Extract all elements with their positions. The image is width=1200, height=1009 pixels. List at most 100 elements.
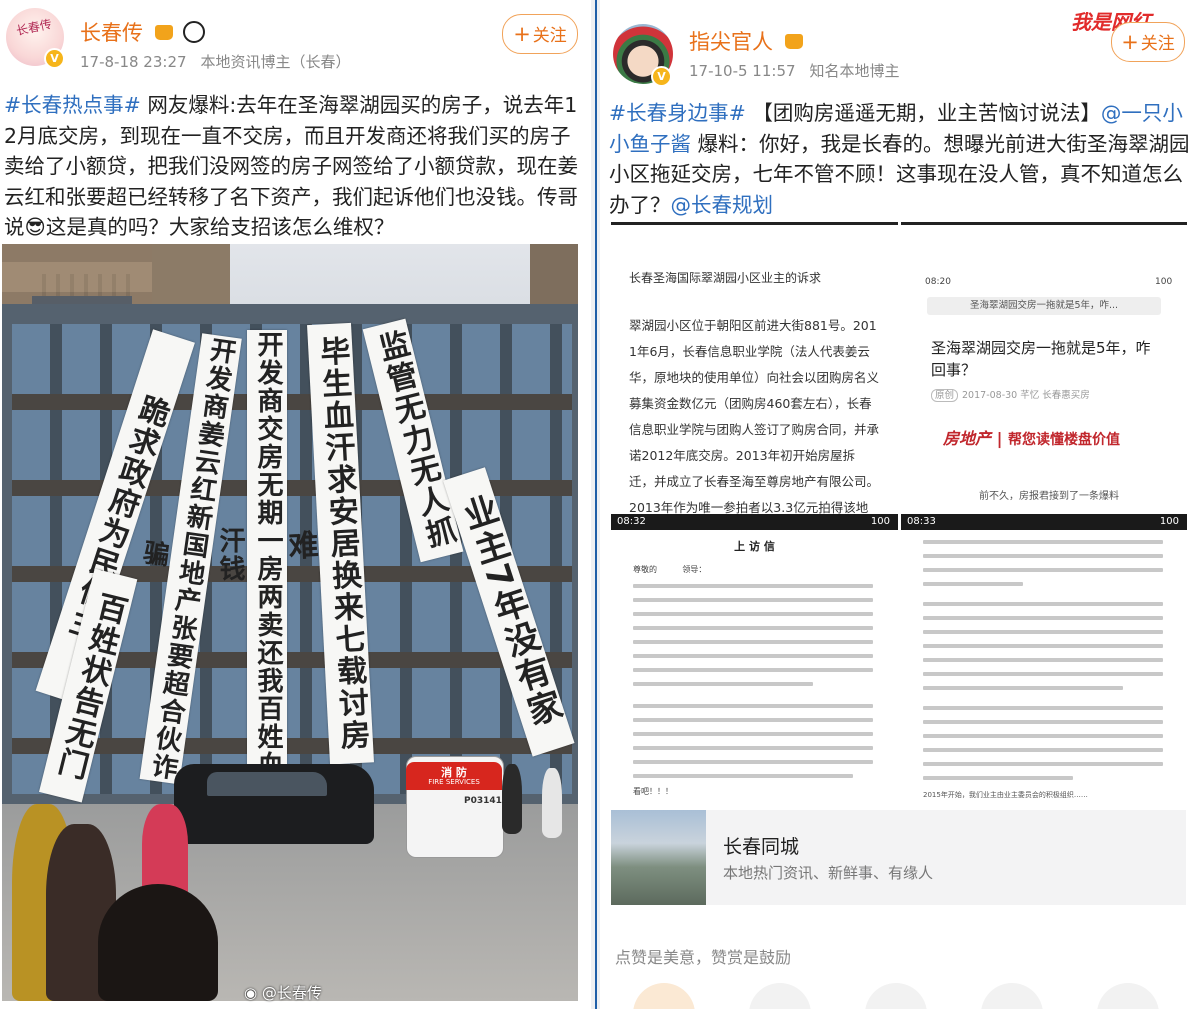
doc-line xyxy=(923,616,1163,620)
comment-circle-button[interactable] xyxy=(981,983,1043,1009)
weibo-watermark: ◉ @长春传 xyxy=(244,982,322,1003)
doc-line xyxy=(923,658,1163,662)
image-shot-3[interactable]: 08:32 100 上 访 信 尊敬的 领导： 看吧！！！ xyxy=(611,514,898,804)
doc-line xyxy=(923,568,1163,572)
doc-line xyxy=(923,686,1123,690)
panel-divider xyxy=(591,0,600,1009)
shot3-greeting: 尊敬的 领导： xyxy=(633,565,707,574)
doc-line xyxy=(633,640,873,644)
doc-line xyxy=(633,718,873,722)
author-desc: 本地资讯博主（长春） xyxy=(200,53,351,71)
post-text: #长春热点事# 网友爆料:去年在圣海翠湖园买的房子，说去年12月底交房，到现在一… xyxy=(4,90,584,243)
username-link[interactable]: 指尖官人 xyxy=(689,26,803,56)
fire-truck-sublabel: FIRE SERVICES xyxy=(428,778,480,786)
shot1-body: 翠湖园小区位于朝阳区前进大街881号。2011年6月，长春信息职业学院（法人代表… xyxy=(629,318,880,515)
doc-line xyxy=(633,626,873,630)
follow-button[interactable]: + 关注 xyxy=(1111,22,1185,62)
follow-button[interactable]: + 关注 xyxy=(502,14,578,54)
doc-line xyxy=(923,762,1163,766)
doc-line xyxy=(923,720,1163,724)
shot3-statusbar: 08:32 100 xyxy=(611,514,898,530)
shot3-title: 上 访 信 xyxy=(734,540,775,553)
shot2-status: 08:20 100 xyxy=(925,277,1172,287)
reward-text: 点赞是美意，赞赏是鼓励 xyxy=(615,948,792,967)
topic-link[interactable]: #长春热点事# xyxy=(4,93,141,117)
username-text: 指尖官人 xyxy=(689,30,773,54)
panda-icon xyxy=(183,21,206,43)
card-title: 长春同城 xyxy=(723,836,800,858)
shot2-meta-text: 2017-08-30 芊忆 长春惠买房 xyxy=(962,390,1090,401)
shot3-ending: 看吧！！！ xyxy=(633,787,673,796)
group-card[interactable]: 长春同城 本地热门资讯、新鲜事、有缘人 xyxy=(611,810,1186,905)
shot2-time: 08:20 xyxy=(925,277,951,287)
weibo-logo-icon: ◉ xyxy=(244,984,258,1002)
post-body-1: 【团购房遥遥无期，业主苦恼讨说法】 xyxy=(745,101,1101,125)
doc-line xyxy=(633,612,873,616)
doc-line xyxy=(633,760,873,764)
shot2-meta: 原创 2017-08-30 芊忆 长春惠买房 xyxy=(931,387,1090,402)
shot2-urlbar: 圣海翠湖园交房一拖就是5年，咋... xyxy=(927,297,1161,315)
doc-line xyxy=(633,584,873,588)
shot1-title: 长春圣海国际翠湖园小区业主的诉求 xyxy=(629,271,822,285)
crown-icon xyxy=(784,33,803,49)
post-time: 17-10-5 11:57 xyxy=(689,62,796,80)
more-circle-button[interactable] xyxy=(1097,983,1159,1009)
crown-icon xyxy=(154,24,173,40)
follow-label: 关注 xyxy=(532,26,567,46)
verified-badge-icon: V xyxy=(44,48,65,69)
mention-link-2[interactable]: @长春规划 xyxy=(671,193,774,217)
reward-circle-button[interactable] xyxy=(749,983,811,1009)
suv-window xyxy=(207,772,327,796)
doc-line xyxy=(923,776,1073,780)
doc-line xyxy=(923,582,1023,586)
shot2-brand: 房地产 | 帮您读懂楼盘价值 xyxy=(943,429,1120,448)
shot3-battery: 100 xyxy=(870,516,890,527)
like-circle-button[interactable] xyxy=(633,983,695,1009)
divider-line xyxy=(595,0,597,1009)
post-time: 17-8-18 23:27 xyxy=(80,53,187,71)
shot4-lastline: 2015年开始，我们业主由业主委员会的积极组织…… xyxy=(923,791,1088,799)
shot2-title: 圣海翠湖园交房一拖就是5年，咋回事？ xyxy=(931,339,1151,379)
doc-line xyxy=(633,746,873,750)
avatar-calligraphy: 长春传 xyxy=(14,16,54,39)
person-5 xyxy=(502,764,522,834)
image-shot-1[interactable]: 长春圣海国际翠湖园小区业主的诉求 翠湖园小区位于朝阳区前进大街881号。2011… xyxy=(611,222,898,517)
original-tag: 原创 xyxy=(931,389,959,402)
card-city-thumbnail xyxy=(611,810,706,905)
plus-icon: + xyxy=(1121,30,1139,54)
left-weibo-post: 长春传 V 长春传 17-8-18 23:27 本地资讯博主（长春） + 关注 #长… xyxy=(0,0,590,1009)
image-shot-4[interactable]: 08:33 100 2015年开始，我们业主由业主委员会的积极组织…… xyxy=(901,514,1187,804)
doc-line xyxy=(633,598,873,602)
shot2-battery: 100 xyxy=(1155,277,1173,287)
username-text: 长春传 xyxy=(80,21,143,45)
doc-line xyxy=(633,732,873,736)
fire-truck-plate: P03141 xyxy=(464,796,502,806)
verified-badge-icon: V xyxy=(651,66,672,87)
right-weibo-post: V 指尖官人 17-10-5 11:57 知名本地博主 我是网红 + 关注 #长春身… xyxy=(601,0,1200,1009)
image-shot-2[interactable]: 08:20 100 圣海翠湖园交房一拖就是5年，咋... 圣海翠湖园交房一拖就是5… xyxy=(901,222,1187,517)
topic-link[interactable]: #长春身边事# xyxy=(609,101,746,125)
doc-line xyxy=(633,682,813,686)
watermark-text: @长春传 xyxy=(261,984,322,1002)
doc-line xyxy=(923,540,1163,544)
far-tower xyxy=(530,244,578,304)
brand-slogan: 帮您读懂楼盘价值 xyxy=(1008,432,1120,448)
doc-line xyxy=(633,704,873,708)
author-desc: 知名本地博主 xyxy=(809,62,900,80)
shot4-time: 08:33 xyxy=(907,516,936,527)
shot3-time: 08:32 xyxy=(617,516,646,527)
doc-line xyxy=(923,748,1163,752)
brand-name: 房地产 xyxy=(943,429,992,448)
doc-line xyxy=(923,630,1163,634)
post-meta: 17-10-5 11:57 知名本地博主 xyxy=(689,60,914,81)
doc-line xyxy=(923,734,1163,738)
post-photo[interactable]: 跪求政府为民做主 百姓状告无门 开发商姜云红新国地产张要超合伙诈骗 开发商交房无… xyxy=(2,244,578,1001)
username-link[interactable]: 长春传 xyxy=(80,17,206,47)
doc-line xyxy=(923,554,1163,558)
doc-line xyxy=(633,654,873,658)
shot4-statusbar: 08:33 100 xyxy=(901,514,1187,530)
doc-line xyxy=(633,774,853,778)
share-circle-button[interactable] xyxy=(865,983,927,1009)
shot4-battery: 100 xyxy=(1159,516,1179,527)
plus-icon: + xyxy=(513,22,531,46)
